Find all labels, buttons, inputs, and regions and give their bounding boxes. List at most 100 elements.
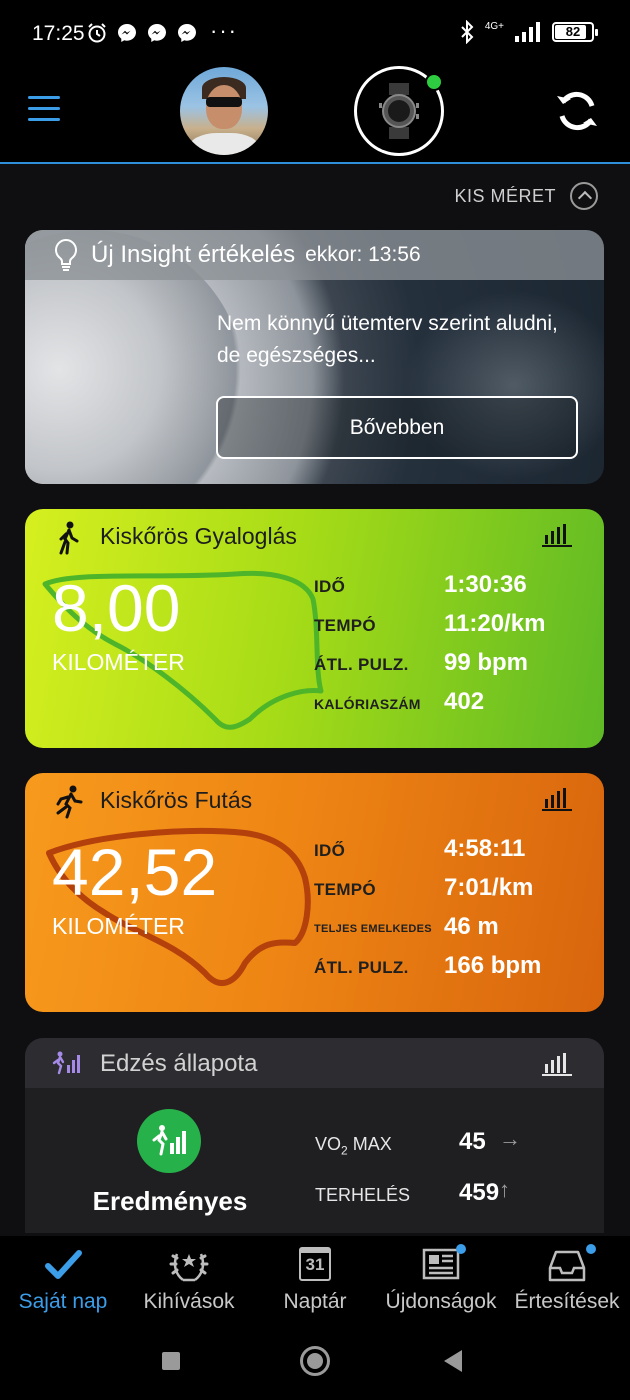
- walking-activity-card[interactable]: Kiskőrös Gyaloglás 8,00 KILOMÉTER IDŐ 1:3…: [25, 509, 604, 748]
- insight-header: Új Insight értékelés ekkor: 13:56: [25, 230, 604, 280]
- bar-chart-icon[interactable]: [542, 523, 572, 547]
- walking-icon: [59, 521, 79, 555]
- stat-label: TEMPÓ: [314, 880, 376, 899]
- bluetooth-icon: [461, 20, 474, 44]
- bar-chart-icon[interactable]: [542, 1052, 572, 1076]
- more-notifications-icon: ···: [210, 18, 238, 43]
- stat-row: KALÓRIASZÁM 402: [314, 688, 594, 727]
- tab-calendar[interactable]: 31 Naptár: [252, 1236, 378, 1320]
- tab-notifications[interactable]: Értesítések: [504, 1236, 630, 1320]
- network-type: 4G+: [484, 20, 504, 32]
- distance-value: 42,52: [52, 835, 218, 909]
- stat-value: 7:01/km: [444, 874, 534, 901]
- training-status-title: Edzés állapota: [100, 1050, 258, 1077]
- tab-my-day[interactable]: Saját nap: [0, 1236, 126, 1320]
- status-notification-icons: [86, 22, 198, 44]
- stat-value: 46 m: [444, 913, 499, 940]
- stat-label: ÁTL. PULZ.: [314, 655, 409, 674]
- stat-row: IDŐ 4:58:11: [314, 835, 594, 874]
- messenger-icon: [118, 24, 136, 42]
- tab-label: Kihívások: [143, 1290, 235, 1313]
- stat-value: 11:20/km: [444, 610, 546, 637]
- arrow-up-icon: ↑: [499, 1177, 510, 1202]
- device-button[interactable]: [354, 66, 444, 156]
- distance-value: 8,00: [52, 571, 181, 645]
- stat-row: TEMPÓ 11:20/km: [314, 610, 594, 649]
- running-icon: [56, 785, 83, 819]
- recent-apps-button[interactable]: [162, 1352, 180, 1370]
- training-status-header: Edzés állapota: [25, 1038, 604, 1088]
- alarm-icon: [88, 23, 106, 43]
- tab-challenges[interactable]: Kihívások: [126, 1236, 252, 1320]
- app-header: [0, 64, 630, 164]
- messenger-icon: [178, 24, 196, 42]
- messenger-icon: [148, 24, 166, 42]
- training-status-value: Eredményes: [92, 1186, 248, 1216]
- running-activity-card[interactable]: Kiskőrös Futás 42,52 KILOMÉTER IDŐ 4:58:1…: [25, 773, 604, 1012]
- status-time: 17:25: [32, 22, 85, 45]
- tab-label: Naptár: [283, 1290, 347, 1313]
- bar-chart-icon[interactable]: [542, 787, 572, 811]
- calendar-day: 31: [305, 1255, 325, 1274]
- activity-stats: IDŐ 1:30:36 TEMPÓ 11:20/km ÁTL. PULZ. 99 bp…: [314, 571, 594, 727]
- signal-icon: [515, 22, 540, 42]
- tab-label: Értesítések: [514, 1290, 620, 1313]
- watch-icon: [379, 83, 419, 139]
- tab-label: Újdonságok: [385, 1290, 497, 1313]
- stat-row: TEMPÓ 7:01/km: [314, 874, 594, 913]
- stat-label: IDŐ: [314, 841, 346, 860]
- stat-row: TELJES EMELKEDES 46 m: [314, 913, 594, 952]
- stat-value: 1:30:36: [444, 571, 527, 598]
- activity-title: Kiskőrös Gyaloglás: [100, 523, 297, 549]
- bottom-navigation: Saját nap Kihívások 31 Naptár Újdonságok: [0, 1236, 630, 1320]
- stat-row: IDŐ 1:30:36: [314, 571, 594, 610]
- activity-title: Kiskőrös Futás: [100, 787, 253, 813]
- stat-label: ÁTL. PULZ.: [314, 958, 409, 977]
- news-badge: [456, 1244, 466, 1254]
- activity-stats: IDŐ 4:58:11 TEMPÓ 7:01/km TELJES EMELKEDES…: [314, 835, 594, 991]
- inbox-icon: [548, 1250, 586, 1282]
- insight-time: ekkor: 13:56: [305, 243, 421, 266]
- training-status-icon: [52, 1051, 80, 1075]
- distance-unit: KILOMÉTER: [52, 649, 185, 675]
- compact-view-toggle[interactable]: KIS MÉRET: [454, 182, 598, 210]
- stat-row: ÁTL. PULZ. 99 bpm: [314, 649, 594, 688]
- vo2max-label: VO2 MAX: [315, 1134, 392, 1158]
- lightbulb-icon: [55, 238, 77, 271]
- sync-icon[interactable]: [554, 88, 600, 134]
- load-label: TERHELÉS: [315, 1185, 411, 1205]
- status-bar: 17:25 ··· 4G+ 82: [0, 0, 630, 64]
- training-status-card[interactable]: Edzés állapota Eredményes VO2 MAX 45 → T…: [25, 1038, 604, 1233]
- insight-card[interactable]: Új Insight értékelés ekkor: 13:56 Nem kö…: [25, 230, 604, 484]
- notifications-badge: [586, 1244, 596, 1254]
- hamburger-icon[interactable]: [28, 96, 60, 122]
- arrow-right-icon: →: [499, 1126, 521, 1151]
- newspaper-icon: [422, 1248, 460, 1280]
- insight-body: Nem könnyű ütemterv szerint aludni, de e…: [217, 312, 558, 367]
- status-system-icons: 4G+ 82: [459, 20, 598, 44]
- more-button[interactable]: Bővebben: [216, 396, 578, 459]
- checkmark-icon: [45, 1250, 82, 1279]
- stat-value: 99 bpm: [444, 649, 529, 676]
- chevron-up-icon: [570, 182, 598, 210]
- compact-view-label: KIS MÉRET: [454, 185, 556, 206]
- back-button[interactable]: [444, 1350, 462, 1372]
- distance-unit: KILOMÉTER: [52, 913, 185, 939]
- system-navigation: [0, 1320, 630, 1400]
- device-connected-indicator: [425, 73, 443, 91]
- stat-row: ÁTL. PULZ. 166 bpm: [314, 952, 594, 991]
- status-badge: [137, 1109, 201, 1173]
- productive-icon: [152, 1125, 186, 1156]
- stat-value: 402: [444, 688, 485, 715]
- calendar-icon: 31: [299, 1247, 331, 1281]
- battery-icon: 82: [552, 22, 598, 42]
- tab-news[interactable]: Újdonságok: [378, 1236, 504, 1320]
- home-button[interactable]: [300, 1346, 330, 1376]
- stat-label: IDŐ: [314, 577, 346, 596]
- avatar[interactable]: [180, 67, 268, 155]
- laurel-icon: [169, 1253, 209, 1282]
- insight-title: Új Insight értékelés: [91, 241, 296, 268]
- stat-value: 4:58:11: [444, 835, 526, 862]
- load-value: 459: [459, 1179, 500, 1206]
- tab-label: Saját nap: [18, 1290, 108, 1313]
